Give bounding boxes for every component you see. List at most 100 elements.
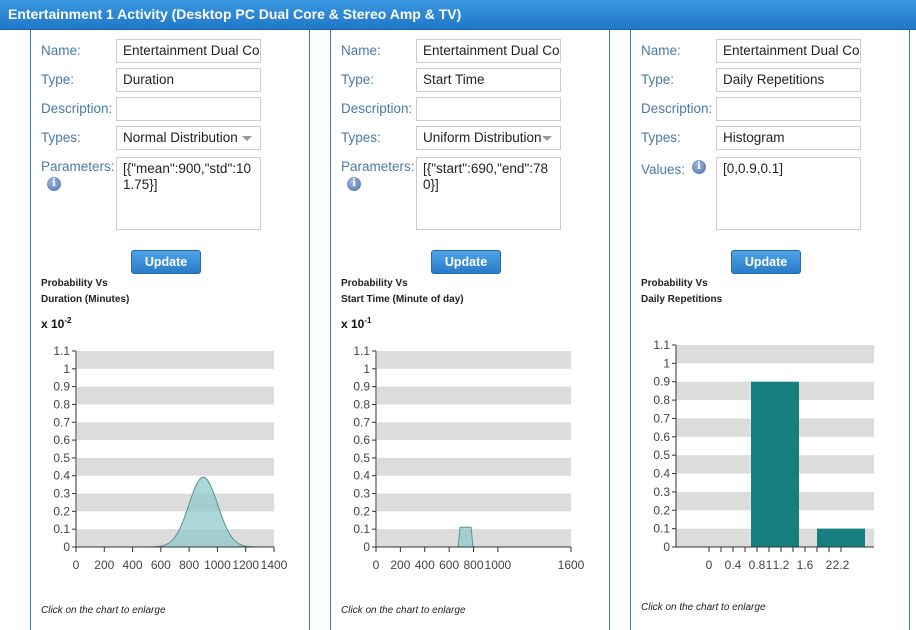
x-tick-label: 0.8 bbox=[749, 558, 766, 572]
y-tick-label: 0 bbox=[63, 540, 70, 554]
y-tick-label: 0.5 bbox=[353, 451, 370, 465]
update-button[interactable]: Update bbox=[731, 250, 801, 274]
x-tick-label: 0 bbox=[373, 558, 380, 572]
x-tick-label: 0 bbox=[706, 558, 713, 572]
chevron-down-icon bbox=[242, 136, 252, 141]
x-tick-label: 2.2 bbox=[833, 558, 850, 572]
chart[interactable]: 0 0.1 0.2 0.3 0.4 0.5 0.6 0.7 0.8 0.9 1 1.1 0 200 400 6… bbox=[31, 330, 311, 600]
density-area bbox=[457, 526, 474, 548]
description-input[interactable] bbox=[416, 97, 561, 121]
types-label: Types: bbox=[641, 130, 681, 145]
grid-band bbox=[377, 422, 571, 441]
chart-title-line1: Probability Vs bbox=[641, 278, 708, 289]
types-selected: Normal Distribution bbox=[123, 130, 238, 145]
x-tick-label: 1.2 bbox=[773, 558, 790, 572]
description-label: Description: bbox=[341, 101, 413, 116]
types-selected: Uniform Distribution bbox=[423, 130, 542, 145]
grid-band bbox=[377, 457, 571, 476]
type-label: Type: bbox=[41, 72, 75, 87]
grid-band bbox=[377, 386, 571, 405]
chart-title-line1: Probability Vs bbox=[41, 278, 108, 289]
chart[interactable]: 0 0.1 0.2 0.3 0.4 0.5 0.6 0.7 0.8 0.9 1 1.1 0 200 400 6… bbox=[331, 330, 611, 600]
y-tick-label: 0.5 bbox=[653, 448, 670, 462]
y-tick-label: 0.6 bbox=[653, 430, 670, 444]
name-input[interactable]: Entertainment Dual Core & Stereo Amp & T… bbox=[416, 39, 561, 63]
histogram-bar bbox=[751, 381, 799, 547]
y-tick-label: 0.1 bbox=[353, 522, 370, 536]
types-selected: Histogram bbox=[723, 130, 785, 145]
y-tick-label: 0.1 bbox=[53, 522, 70, 536]
y-tick-label: 0.9 bbox=[353, 380, 370, 394]
y-tick-label: 0.3 bbox=[53, 487, 70, 501]
info-icon[interactable]: i bbox=[47, 177, 61, 191]
x-tick-label: 0 bbox=[73, 558, 80, 572]
params-textarea[interactable]: [{"start":690,"end":780}] bbox=[416, 157, 561, 230]
y-tick-label: 1 bbox=[63, 362, 70, 376]
grid-band bbox=[77, 351, 274, 369]
x-tick-label: 600 bbox=[151, 558, 171, 572]
chart[interactable]: 00.10.20.30.40.50.60.70.80.911.10 0.4 0.8 1… bbox=[631, 330, 911, 600]
y-tick-label: 0 bbox=[363, 540, 370, 554]
name-input[interactable]: Entertainment Dual Core & Stereo Amp & T… bbox=[716, 39, 861, 63]
x-tick-label: 2 bbox=[826, 558, 833, 572]
y-tick-label: 0.7 bbox=[353, 415, 370, 429]
distribution-panel: Name: Entertainment Dual Core & Stereo A… bbox=[630, 30, 910, 630]
info-icon[interactable]: i bbox=[347, 177, 361, 191]
y-multiplier: x 10-2 bbox=[41, 316, 72, 331]
chart-title-line2: Duration (Minutes) bbox=[41, 294, 130, 305]
y-tick-label: 1.1 bbox=[353, 344, 370, 358]
name-input[interactable]: Entertainment Dual Core & Stereo Amp & T… bbox=[116, 39, 261, 63]
types-label: Types: bbox=[41, 130, 81, 145]
x-tick-label: 200 bbox=[94, 558, 114, 572]
y-tick-label: 0.7 bbox=[653, 411, 670, 425]
update-button[interactable]: Update bbox=[431, 250, 501, 274]
x-tick-label: 600 bbox=[439, 558, 459, 572]
chart-title-line1: Probability Vs bbox=[341, 278, 408, 289]
x-tick-label: 1.6 bbox=[797, 558, 814, 572]
x-tick-label: 1600 bbox=[558, 558, 585, 572]
x-tick-label: 1400 bbox=[261, 558, 288, 572]
type-input[interactable]: Start Time bbox=[416, 68, 561, 92]
x-tick-label: 1000 bbox=[204, 558, 231, 572]
y-tick-label: 0.9 bbox=[53, 380, 70, 394]
y-tick-label: 0.8 bbox=[653, 393, 670, 407]
params-textarea[interactable]: [0,0.9,0.1] bbox=[716, 157, 861, 230]
types-select[interactable]: Histogram bbox=[716, 126, 861, 150]
description-label: Description: bbox=[641, 101, 713, 116]
description-label: Description: bbox=[41, 101, 113, 116]
x-tick-label: 1200 bbox=[232, 558, 259, 572]
info-icon[interactable]: i bbox=[692, 160, 706, 174]
types-select[interactable]: Normal Distribution bbox=[116, 126, 261, 150]
types-select[interactable]: Uniform Distribution bbox=[416, 126, 561, 150]
y-tick-label: 1 bbox=[663, 356, 670, 370]
y-tick-label: 0.4 bbox=[353, 469, 370, 483]
grid-band bbox=[77, 386, 274, 405]
grid-band bbox=[676, 345, 874, 364]
y-tick-label: 1.1 bbox=[53, 344, 70, 358]
params-textarea[interactable]: [{"mean":900,"std":101.75}] bbox=[116, 157, 261, 230]
y-tick-label: 0.3 bbox=[653, 485, 670, 499]
chart-title-line2: Start Time (Minute of day) bbox=[341, 294, 464, 305]
types-label: Types: bbox=[341, 130, 381, 145]
y-tick-label: 0.4 bbox=[653, 467, 670, 481]
type-input[interactable]: Daily Repetitions bbox=[716, 68, 861, 92]
histogram-bar bbox=[817, 528, 865, 547]
update-button[interactable]: Update bbox=[131, 250, 201, 274]
click-hint: Click on the chart to enlarge bbox=[341, 605, 466, 616]
distribution-panel: Name: Entertainment Dual Core & Stereo A… bbox=[30, 30, 310, 630]
name-label: Name: bbox=[641, 43, 681, 58]
window-title: Entertainment 1 Activity (Desktop PC Dua… bbox=[0, 0, 916, 30]
y-multiplier: x 10-1 bbox=[341, 316, 372, 331]
description-input[interactable] bbox=[116, 97, 261, 121]
x-tick-label: 0.4 bbox=[725, 558, 742, 572]
type-label: Type: bbox=[641, 72, 675, 87]
x-tick-label: 400 bbox=[415, 558, 435, 572]
y-tick-label: 0.2 bbox=[353, 504, 370, 518]
y-tick-label: 0.1 bbox=[653, 522, 670, 536]
y-tick-label: 0.7 bbox=[53, 415, 70, 429]
y-tick-label: 1.1 bbox=[653, 338, 670, 352]
grid-band bbox=[377, 493, 571, 512]
description-input[interactable] bbox=[716, 97, 861, 121]
type-input[interactable]: Duration bbox=[116, 68, 261, 92]
y-tick-label: 1 bbox=[363, 362, 370, 376]
